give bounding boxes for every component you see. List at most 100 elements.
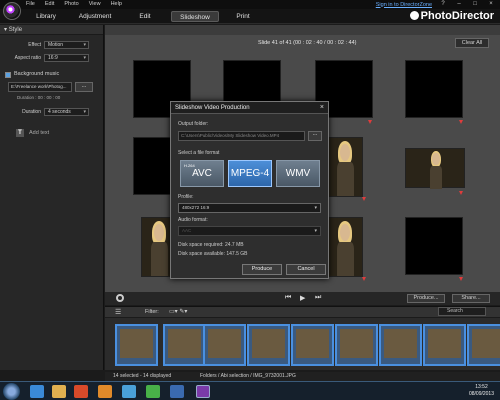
music-duration: Duration : 00 : 00 : 00: [17, 95, 61, 100]
tab-edit[interactable]: Edit: [138, 11, 152, 22]
style-section-header[interactable]: ▾ Style: [0, 25, 103, 35]
cancel-button[interactable]: Cancel: [286, 264, 326, 275]
app-icon[interactable]: [146, 385, 160, 398]
explorer-icon[interactable]: [52, 385, 66, 398]
menu-edit[interactable]: Edit: [45, 1, 54, 7]
output-folder-field[interactable]: C:\Users\Public\Videos\My Slideshow Vide…: [178, 131, 305, 141]
module-tabbar: Library Adjustment Edit Slideshow Print …: [0, 9, 500, 24]
output-folder-label: Output folder:: [178, 121, 209, 127]
windows-taskbar: 13:52 08/09/2013: [0, 381, 500, 400]
filmstrip-thumbnail[interactable]: [291, 324, 334, 366]
profile-label: Profile:: [178, 194, 194, 200]
transition-marker-icon[interactable]: [362, 277, 366, 281]
filmstrip-thumbnail[interactable]: [467, 324, 500, 366]
clear-all-button[interactable]: Clear All: [455, 38, 489, 48]
filmstrip-thumbnail[interactable]: [203, 324, 246, 366]
settings-gear-icon[interactable]: [116, 294, 124, 302]
disk-space-available: Disk space available: 147.5 GB: [178, 251, 248, 257]
close-window-button[interactable]: ×: [486, 1, 496, 8]
profile-dropdown[interactable]: 480x272 16:9: [178, 203, 321, 213]
filter-menu-icon[interactable]: ▭▾ ✎▾: [169, 308, 187, 315]
background-music-checkbox[interactable]: [5, 72, 11, 78]
file-format-label: Select a file format: [178, 150, 220, 156]
slide-photo[interactable]: [327, 137, 363, 197]
filmstrip-thumbnail[interactable]: [335, 324, 378, 366]
start-button-icon[interactable]: [3, 383, 20, 400]
effect-dropdown[interactable]: Motion: [44, 41, 89, 49]
portrait-image: [424, 149, 448, 189]
firefox-icon[interactable]: [98, 385, 112, 398]
media-player-icon[interactable]: [74, 385, 88, 398]
help-button[interactable]: ?: [438, 1, 448, 8]
duration-label: Duration: [22, 109, 41, 115]
clock-time: 13:52: [475, 384, 488, 390]
format-wmv-button[interactable]: WMV: [276, 160, 320, 187]
format-mpeg4-button[interactable]: MPEG-4: [228, 160, 272, 187]
next-icon[interactable]: ⏭: [315, 294, 321, 302]
transition-marker-icon[interactable]: [362, 197, 366, 201]
format-mpeg4-label: MPEG-4: [230, 168, 270, 179]
slide-slot[interactable]: [405, 217, 463, 275]
dialog-title: Slideshow Video Production: [171, 102, 328, 114]
filmstrip-thumbnail[interactable]: [379, 324, 422, 366]
photodirector-taskbar-icon[interactable]: [196, 385, 210, 398]
background-music-label: Background music: [14, 71, 60, 77]
output-folder-browse-button[interactable]: ...: [308, 131, 322, 141]
format-avc-sublabel: H.264: [184, 163, 195, 168]
add-text-icon[interactable]: T: [16, 129, 24, 137]
filmstrip-thumbnail[interactable]: [115, 324, 158, 366]
filmstrip-thumbnail[interactable]: [163, 324, 206, 366]
tab-adjustment[interactable]: Adjustment: [78, 11, 112, 22]
app-icon[interactable]: [122, 385, 136, 398]
menu-items: File Edit Photo View Help: [26, 1, 122, 7]
sign-in-link[interactable]: Sign in to DirectorZone: [376, 2, 432, 8]
music-browse-button[interactable]: ...: [75, 82, 93, 92]
minimize-button[interactable]: –: [454, 1, 464, 8]
produce-button[interactable]: Produce...: [407, 294, 445, 303]
filmstrip-thumbnail[interactable]: [247, 324, 290, 366]
menu-help[interactable]: Help: [111, 1, 122, 7]
transition-marker-icon[interactable]: [459, 120, 463, 124]
transition-marker-icon[interactable]: [459, 191, 463, 195]
clock-date: 08/09/2013: [468, 391, 494, 397]
play-icon[interactable]: ▶: [300, 294, 305, 302]
menu-view[interactable]: View: [89, 1, 101, 7]
maximize-button[interactable]: □: [470, 1, 480, 8]
system-clock: 13:52 08/09/2013: [469, 384, 494, 398]
portrait-image: [328, 138, 362, 196]
tab-print[interactable]: Print: [236, 11, 250, 22]
produce-dialog-button[interactable]: Produce: [242, 264, 282, 275]
menu-file[interactable]: File: [26, 1, 35, 7]
menu-photo[interactable]: Photo: [64, 1, 78, 7]
format-avc-button[interactable]: H.264 AVC: [180, 160, 224, 187]
app-icon[interactable]: [170, 385, 184, 398]
transition-marker-icon[interactable]: [368, 120, 372, 124]
selection-status: 14 selected - 14 displayed: [113, 373, 172, 379]
style-panel: ▾ Style Effect Motion Aspect ratio 16:9 …: [0, 25, 104, 370]
music-file-field[interactable]: E:\Freelance work\Photog...: [8, 82, 72, 92]
brand-name: PhotoDirector: [420, 10, 494, 22]
format-wmv-label: WMV: [285, 168, 311, 179]
aspect-ratio-dropdown[interactable]: 16:9: [44, 54, 89, 62]
dialog-close-icon[interactable]: ×: [320, 104, 324, 111]
transition-marker-icon[interactable]: [459, 277, 463, 281]
view-toggle-icon[interactable]: ☰: [115, 308, 121, 316]
photodirector-window: File Edit Photo View Help Sign in to Dir…: [0, 0, 500, 400]
audio-format-label: Audio format:: [178, 217, 208, 223]
effect-label: Effect: [28, 42, 41, 48]
status-bar: 14 selected - 14 displayed Folders / Abi…: [105, 372, 500, 381]
tab-library[interactable]: Library: [36, 11, 56, 22]
tab-slideshow[interactable]: Slideshow: [171, 11, 219, 22]
slide-slot[interactable]: [405, 60, 463, 118]
ie-icon[interactable]: [30, 385, 44, 398]
slide-photo[interactable]: [327, 217, 363, 277]
filmstrip-thumbnail[interactable]: [423, 324, 466, 366]
slide-photo[interactable]: [405, 148, 465, 189]
brand-icon: [409, 11, 419, 20]
duration-dropdown[interactable]: 4 seconds: [44, 108, 89, 116]
previous-icon[interactable]: ⏮: [285, 294, 291, 302]
share-button[interactable]: Share...: [452, 294, 490, 303]
add-text-label[interactable]: Add text: [29, 130, 49, 136]
slide-topbar: [105, 25, 500, 35]
search-input[interactable]: Search: [438, 307, 486, 316]
